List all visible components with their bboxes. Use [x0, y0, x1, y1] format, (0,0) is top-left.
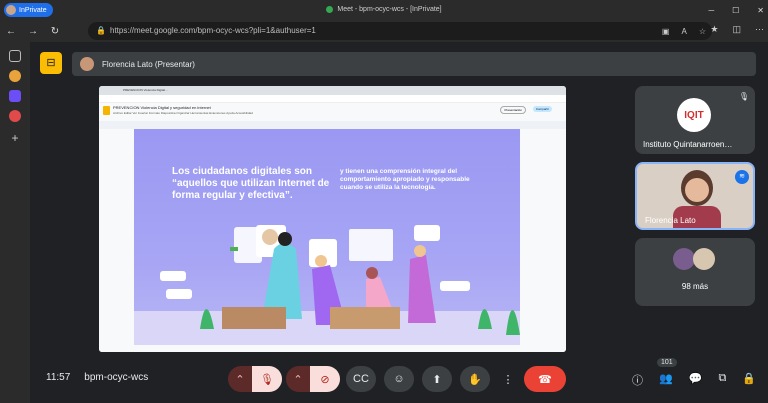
chevron-up-icon: ⌃ — [293, 373, 303, 386]
present-now-button[interactable]: ⬆ — [422, 366, 452, 392]
back-icon[interactable]: ← — [0, 26, 22, 37]
minimize-icon[interactable]: ─ — [708, 6, 714, 15]
address-bar[interactable]: 🔒 https://meet.google.com/bpm-ocyc-wcs?p… — [88, 22, 712, 40]
address-row: ← → ↻ 🔒 https://meet.google.com/bpm-ocyc… — [0, 20, 768, 42]
more-vert-icon: ⋮ — [502, 373, 514, 386]
participant-tile-more[interactable]: 98 más — [635, 238, 755, 306]
present-button: Presentación — [500, 106, 526, 114]
presenter-bar: Florencia Lato (Presentar) — [72, 52, 756, 76]
more-participants: 98 más — [681, 282, 709, 291]
reactions-button[interactable]: ☺ — [384, 366, 414, 392]
participant-tile-florencia[interactable]: ≋ Florencia Lato — [635, 162, 755, 230]
maximize-icon[interactable]: ☐ — [732, 6, 739, 15]
presentation-indicator-icon[interactable]: ⊟ — [40, 52, 62, 74]
captions-button[interactable]: CC — [346, 366, 376, 392]
meet-favicon-icon — [326, 5, 334, 13]
meeting-clock: 11:57 bpm-ocyc-wcs — [46, 372, 149, 383]
end-call-icon: ☎ — [538, 373, 552, 386]
captions-icon: CC — [353, 373, 369, 385]
meet-area: ⊟ Florencia Lato (Presentar) PREVENCION … — [30, 42, 768, 403]
refresh-icon[interactable]: ↻ — [44, 26, 66, 37]
slide-canvas: Los ciudadanos digitales son “aquellos q… — [99, 129, 566, 352]
camera-toggle-button[interactable]: ⊘ — [310, 366, 340, 392]
forward-icon[interactable]: → — [22, 26, 44, 37]
emoji-icon: ☺ — [393, 373, 405, 385]
mic-toggle-button[interactable]: 🎙 — [252, 366, 282, 392]
favorite-star-icon[interactable]: ☆ — [699, 27, 706, 36]
mic-options-button[interactable]: ⌃ — [228, 366, 252, 392]
url-text: https://meet.google.com/bpm-ocyc-wcs?pli… — [110, 26, 316, 35]
inprivate-badge[interactable]: InPrivate — [4, 3, 53, 17]
avatar — [693, 248, 715, 270]
camera-options-button[interactable]: ⌃ — [286, 366, 310, 392]
lock-icon[interactable]: 🔒 — [96, 22, 106, 40]
window-title: Meet - bpm-ocyc-wcs - [InPrivate] — [0, 0, 768, 20]
shared-address-bar — [99, 95, 566, 103]
iqit-logo: IQIT — [677, 98, 711, 132]
call-controls: 11:57 bpm-ocyc-wcs ⌃ 🎙 ⌃ ⊘ CC ☺ ⬆ ✋ ⋮ ☎ 1… — [30, 358, 768, 403]
mic-off-icon: 🎙 — [260, 373, 274, 386]
camera-off-icon: ⊘ — [320, 373, 330, 386]
copilot-icon[interactable] — [9, 70, 21, 82]
leave-call-button[interactable]: ☎ — [524, 366, 566, 392]
raise-hand-button[interactable]: ✋ — [460, 366, 490, 392]
inprivate-label: InPrivate — [19, 6, 47, 14]
avatar — [673, 248, 695, 270]
doc-menu: Archivo Editar Ver Insertar Formato Diap… — [113, 111, 253, 115]
favorites-icon[interactable]: ★ — [710, 24, 718, 35]
shared-tab: PREVENCION Violencia Digital… — [99, 86, 566, 95]
close-icon[interactable]: ✕ — [757, 6, 764, 15]
chevron-up-icon: ⌃ — [235, 373, 245, 386]
collections-icon[interactable] — [9, 90, 21, 102]
hand-icon: ✋ — [468, 373, 482, 386]
participant-tile-iqit[interactable]: IQIT 🎙 Instituto Quintanarroen… — [635, 86, 755, 154]
slide-illustration — [160, 225, 520, 335]
present-icon: ⬆ — [432, 373, 442, 386]
extensions-icon[interactable]: ◫ — [732, 24, 741, 35]
slides-logo-icon — [103, 106, 110, 115]
slide: Los ciudadanos digitales son “aquellos q… — [134, 129, 520, 345]
people-icon[interactable]: 👥 — [659, 372, 673, 388]
add-icon[interactable]: + — [9, 132, 21, 144]
speaking-indicator-icon: ≋ — [735, 170, 749, 184]
more-options-button[interactable]: ⋮ — [498, 366, 518, 392]
slides-toolbar — [99, 121, 566, 129]
shared-screen: PREVENCION Violencia Digital… PREVENCION… — [99, 86, 566, 352]
doc-title: PREVENCION Violencia Digital y seguridad… — [113, 105, 211, 110]
share-button: Compartir — [532, 106, 552, 112]
muted-mic-icon: 🎙 — [738, 92, 749, 101]
tabs-icon[interactable] — [9, 50, 21, 62]
profile-avatar — [6, 5, 16, 15]
participant-name: Instituto Quintanarroen… — [643, 140, 733, 149]
chat-icon[interactable]: 💬 — [689, 372, 703, 388]
slides-header: PREVENCION Violencia Digital y seguridad… — [99, 103, 566, 121]
read-aloud-icon[interactable]: A — [681, 27, 686, 36]
info-icon[interactable]: ⓘ — [632, 372, 643, 388]
participant-name: Florencia Lato — [645, 216, 696, 225]
presenter-avatar — [80, 57, 94, 71]
browser-tabstrip: InPrivate Meet - bpm-ocyc-wcs - [InPriva… — [0, 0, 768, 20]
host-controls-icon[interactable]: 🔒 — [742, 372, 756, 388]
more-icon[interactable]: ⋯ — [755, 24, 764, 35]
browser-sidebar: + — [0, 42, 30, 403]
activities-icon[interactable]: ⧉ — [718, 372, 726, 388]
participant-count-badge: 101 — [657, 358, 677, 367]
recording-icon[interactable] — [9, 110, 21, 122]
presenter-label: Florencia Lato (Presentar) — [102, 59, 195, 69]
camera-permission-icon[interactable]: ▣ — [662, 27, 670, 36]
